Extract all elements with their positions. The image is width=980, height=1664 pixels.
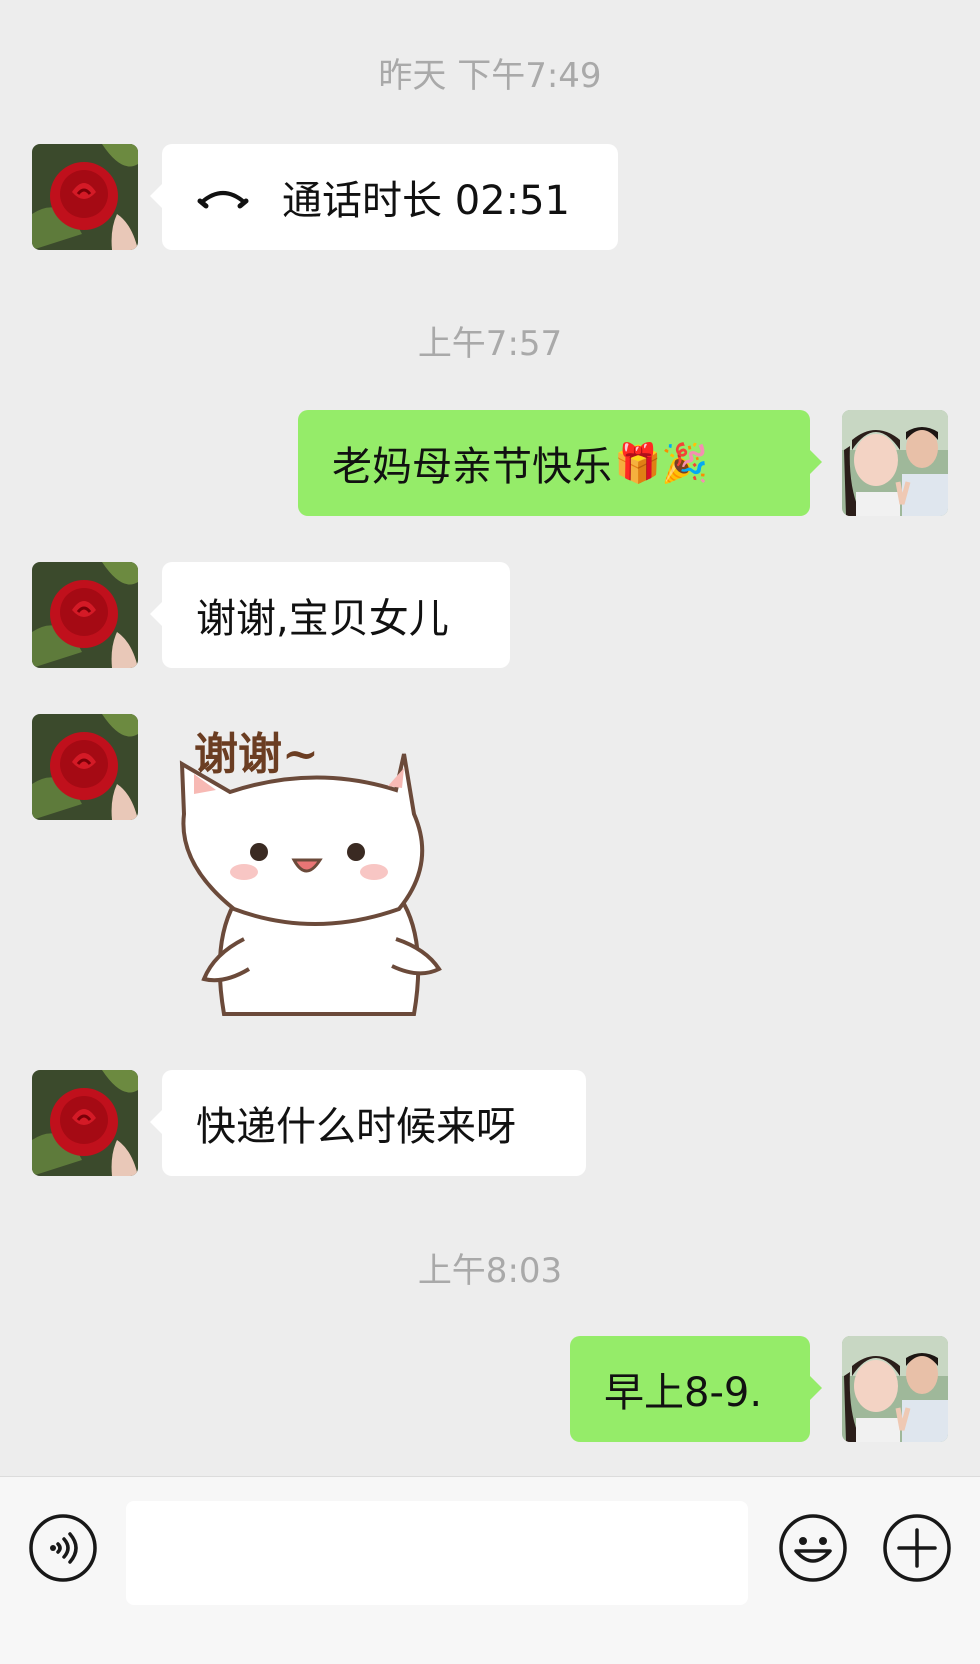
smiley-icon — [779, 1514, 847, 1582]
sticker-caption: 谢谢~ — [194, 729, 319, 780]
couple-photo-avatar — [842, 410, 948, 516]
message-input[interactable] — [126, 1501, 748, 1605]
outgoing-message-bubble[interactable]: 早上8-9. — [570, 1336, 822, 1442]
voice-button[interactable] — [28, 1513, 98, 1583]
incoming-message-bubble[interactable]: 快递什么时候来呀 — [150, 1070, 586, 1176]
call-duration-label: 通话时长 02:51 — [282, 178, 570, 224]
input-bar — [0, 1476, 980, 1664]
contact-avatar[interactable] — [32, 714, 138, 820]
contact-avatar[interactable] — [32, 144, 138, 250]
voice-icon — [29, 1514, 97, 1582]
contact-avatar[interactable] — [32, 562, 138, 668]
couple-photo-avatar — [842, 1336, 948, 1442]
gift-party-emoji: 🎁🎉 — [614, 440, 709, 485]
call-record-bubble[interactable]: 通话时长 02:51 — [150, 144, 618, 250]
message-text: 老妈母亲节快乐 — [332, 444, 612, 490]
my-avatar[interactable] — [842, 1336, 948, 1442]
my-avatar[interactable] — [842, 410, 948, 516]
more-button[interactable] — [882, 1513, 952, 1583]
message-text: 早上8-9. — [604, 1370, 763, 1416]
rose-avatar-image — [32, 562, 138, 668]
outgoing-message-bubble[interactable]: 老妈母亲节快乐 🎁🎉 — [298, 410, 822, 516]
timestamp: 上午8:03 — [417, 1251, 563, 1291]
message-text: 快递什么时候来呀 — [196, 1104, 516, 1150]
rose-avatar-image — [32, 144, 138, 250]
contact-avatar[interactable] — [32, 1070, 138, 1176]
timestamp: 上午7:57 — [417, 324, 563, 364]
message-text: 谢谢,宝贝女儿 — [196, 596, 449, 642]
timestamp: 昨天 下午7:49 — [378, 56, 602, 96]
rose-avatar-image — [32, 1070, 138, 1176]
phone-hangup-icon — [197, 191, 249, 209]
rose-avatar-image — [32, 714, 138, 820]
emoji-button[interactable] — [778, 1513, 848, 1583]
plus-icon — [883, 1514, 951, 1582]
cat-sticker[interactable]: 谢谢~ — [164, 714, 464, 1034]
incoming-message-bubble[interactable]: 谢谢,宝贝女儿 — [150, 562, 510, 668]
